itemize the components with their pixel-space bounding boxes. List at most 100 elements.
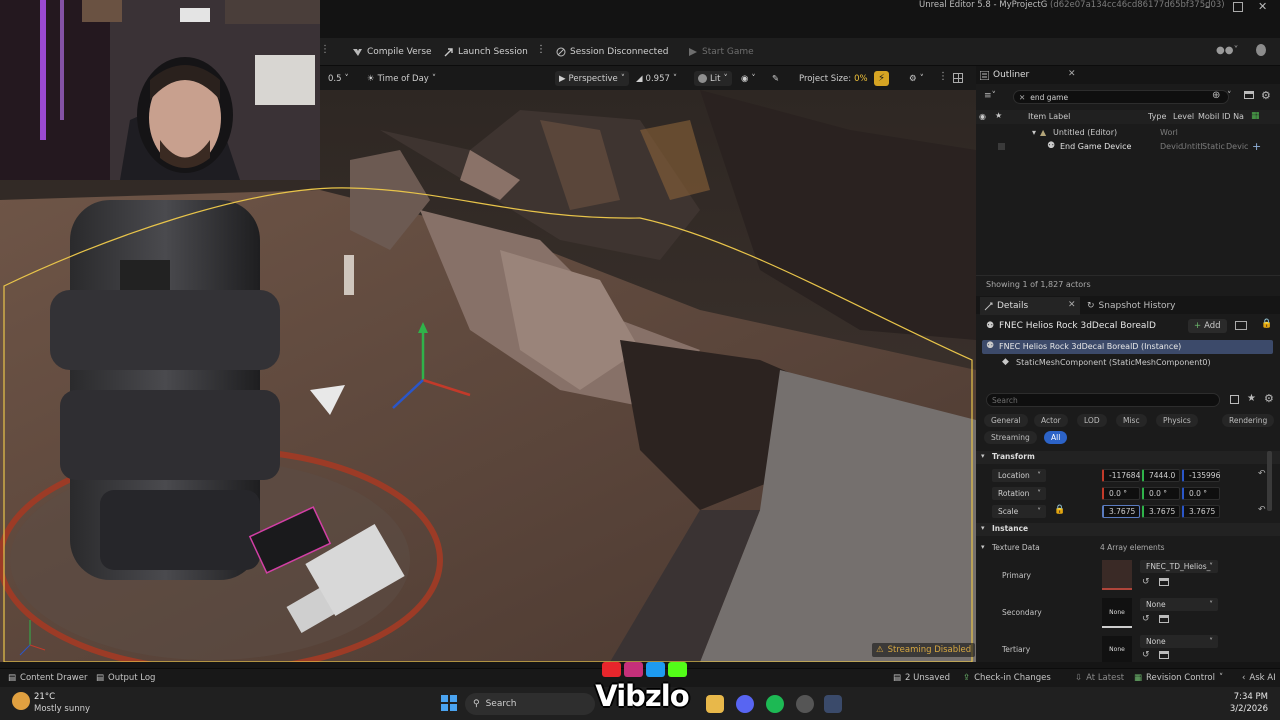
favorite-star-icon[interactable]: ★ [1247,393,1256,404]
outliner-search-input[interactable]: ✕ end game [1013,90,1229,104]
tab-outliner[interactable]: Outliner [980,66,1029,84]
column-type[interactable]: Type [1148,112,1166,121]
primary-texture-dropdown[interactable]: FNEC_TD_Helios_ ˅ [1140,560,1218,573]
start-game-button[interactable]: Start Game [688,44,754,60]
lit-mode-dropdown[interactable]: Lit ˅ [694,71,732,86]
filter-general[interactable]: General [984,414,1028,427]
add-component-button[interactable]: + Add [1188,319,1227,333]
lock-icon[interactable]: 🔒 [1054,505,1065,515]
filter-streaming[interactable]: Streaming [984,431,1037,444]
filter-lod[interactable]: LOD [1077,414,1107,427]
rotation-mode-dropdown[interactable]: Rotation ˅ [992,487,1046,500]
filter-actor[interactable]: Actor [1034,414,1068,427]
reset-icon[interactable]: ↶ [1258,469,1266,479]
tertiary-texture-thumbnail[interactable]: None [1102,636,1132,662]
scale-x-field[interactable]: 3.7675 [1102,505,1140,518]
revision-control-button[interactable]: ▦ Revision Control ˅ [1134,671,1223,684]
gear-icon[interactable]: ⚙ [1264,392,1274,405]
filter-misc[interactable]: Misc [1116,414,1147,427]
obs-icon[interactable] [796,695,814,713]
details-scrollbar[interactable] [1267,451,1272,511]
filter-icon[interactable]: ≡˅ [984,91,996,101]
component-row[interactable]: ◆ StaticMeshComponent (StaticMeshCompone… [1000,357,1270,370]
location-mode-dropdown[interactable]: Location ˅ [992,469,1046,482]
viewport-options-icon[interactable]: ⋮ [938,71,948,82]
filter-all[interactable]: All [1044,431,1068,444]
location-x-field[interactable]: -117684 [1102,469,1140,482]
windows-start-icon[interactable] [441,695,457,711]
filter-rendering[interactable]: Rendering [1222,414,1275,427]
session-options-icon[interactable]: ⋮ [536,44,546,55]
viewport-settings-dropdown[interactable]: ⚙ ˅ [905,71,928,86]
check-in-button[interactable]: ⇪ Check-in Changes [963,671,1051,684]
gear-icon[interactable]: ⚙ [1261,89,1271,102]
ask-ai-button[interactable]: ‹ Ask AI [1242,671,1276,684]
folder-icon[interactable] [1244,91,1254,99]
perspective-dropdown[interactable]: ▶ Perspective ˅ [555,71,630,86]
collapse-arrow-icon[interactable]: ▾ [981,543,985,551]
account-icon[interactable] [1256,44,1266,56]
rotation-y-field[interactable]: 0.0 ° [1142,487,1180,500]
actor-name[interactable]: FNEC Helios Rock 3dDecal BorealD [999,321,1156,331]
details-search-input[interactable]: Search [986,393,1220,407]
chevron-down-icon[interactable]: ˅ [1227,91,1232,101]
scale-mode-dropdown[interactable]: Scale ˅ [992,505,1046,518]
output-log-button[interactable]: ▤ Output Log [96,671,155,684]
fov-dropdown[interactable]: ◢ 0.957 ˅ [632,71,681,86]
rotation-z-field[interactable]: 0.0 ° [1182,487,1220,500]
transform-section-header[interactable]: ▾ Transform [976,451,1280,464]
visibility-eye-icon[interactable]: ◉ [979,112,986,121]
camera-speed-dropdown[interactable]: 0.5 ˅ [324,71,353,86]
compile-verse-button[interactable]: Compile Verse [352,44,432,60]
use-selected-icon[interactable]: ↺ [1142,577,1150,587]
rotation-x-field[interactable]: 0.0 ° [1102,487,1140,500]
column-mobility[interactable]: Mobil [1198,112,1219,121]
performance-icon[interactable]: ⚡ [874,71,889,86]
column-item-label[interactable]: Item Label [1028,112,1070,121]
table-row[interactable]: ⚉ End Game Device Devic Untitl Static De… [976,140,1280,154]
browse-folder-icon[interactable] [1159,578,1169,586]
file-explorer-icon[interactable] [706,695,724,713]
clock-date[interactable]: 3/2/2026 [1222,704,1268,714]
filter-physics[interactable]: Physics [1156,414,1198,427]
lock-icon[interactable]: 🔒 [1261,319,1272,329]
maximize-icon[interactable] [1233,2,1243,12]
column-level[interactable]: Level [1173,112,1194,121]
scale-y-field[interactable]: 3.7675 [1142,505,1180,518]
show-flags-dropdown[interactable]: ◉ ˅ [737,71,760,86]
taskbar-search[interactable]: ⚲ Search [465,693,595,715]
unsaved-button[interactable]: ▤ 2 Unsaved [893,671,950,684]
primary-texture-thumbnail[interactable] [1102,560,1132,590]
viewport-layout-icon[interactable] [953,73,963,83]
close-tab-icon[interactable]: ✕ [1068,300,1076,310]
add-icon[interactable]: + [1252,140,1261,153]
favorite-star-icon[interactable]: ★ [995,111,1002,120]
content-drawer-button[interactable]: ▤ Content Drawer [8,671,87,684]
table-row[interactable]: ▾ ▲ Untitled (Editor) Worl [976,127,1280,140]
close-tab-icon[interactable]: ✕ [1068,69,1076,79]
time-of-day-dropdown[interactable]: ☀ Time of Day ˅ [363,71,440,86]
multiuser-icon[interactable]: ●●˅ [1216,45,1238,56]
row-checkbox[interactable] [998,143,1005,150]
toolbar-overflow-icon[interactable]: ⋮ [320,44,330,55]
clock-time[interactable]: 7:34 PM [1232,692,1268,702]
collapse-arrow-icon[interactable]: ▾ [1032,128,1036,137]
weather-temp[interactable]: 21°C [34,692,55,702]
instance-section-header[interactable]: ▾ Instance [976,523,1280,536]
weather-icon[interactable] [12,692,30,710]
reset-icon[interactable]: ↶ [1258,505,1266,515]
tab-snapshot-history[interactable]: ↻ Snapshot History [1087,297,1176,315]
discord-icon[interactable] [736,695,754,713]
unreal-editor-icon[interactable] [824,695,842,713]
browse-folder-icon[interactable] [1159,651,1169,659]
minimize-icon[interactable]: – [1205,2,1217,13]
column-id-name[interactable]: ID Na [1222,112,1244,121]
add-filter-icon[interactable]: ⊕ [1212,90,1220,101]
secondary-texture-dropdown[interactable]: None ˅ [1140,598,1218,611]
close-icon[interactable]: ✕ [1258,0,1267,13]
location-z-field[interactable]: -135996 [1182,469,1220,482]
table-view-icon[interactable] [1230,395,1239,404]
secondary-texture-thumbnail[interactable]: None [1102,598,1132,628]
weather-desc[interactable]: Mostly sunny [34,704,90,714]
snap-settings-dropdown[interactable]: ✎ [768,71,783,86]
